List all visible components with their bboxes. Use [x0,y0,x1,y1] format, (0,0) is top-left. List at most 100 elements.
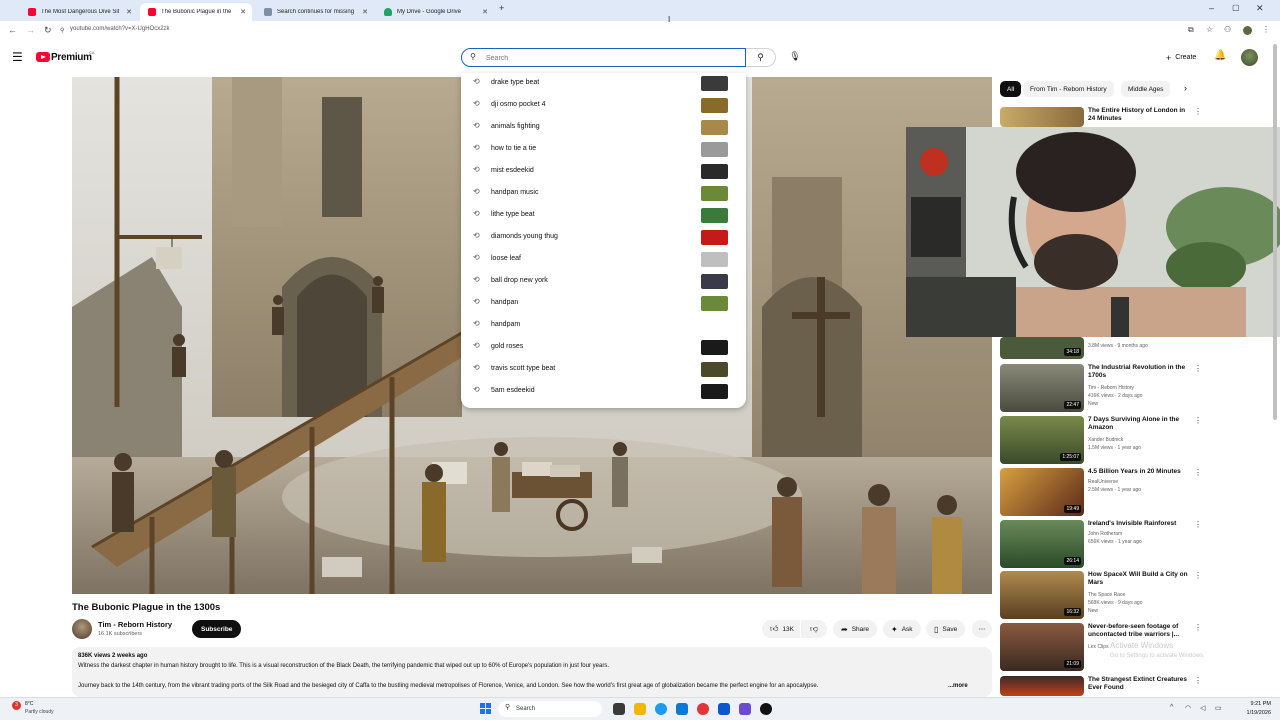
install-app-icon[interactable]: ⧉ [1188,25,1194,35]
profile-avatar-icon[interactable] [1243,26,1252,35]
share-button[interactable]: ➦ Share [833,620,878,638]
suggestion-item[interactable]: ⟲ handpan [461,293,746,315]
brand-label[interactable]: Premium [51,52,92,63]
browser-tab-3[interactable]: Search continues for missing K ✕ [256,3,374,21]
channel-name[interactable]: Tim - Reborn History [98,620,172,629]
search-box[interactable]: ⚲ [461,48,746,67]
browser-tab-2-active[interactable]: The Bubonic Plague in the 1300s ✕ [140,3,252,21]
suggestion-item[interactable]: ⟲ loose leaf [461,249,746,271]
recommended-video[interactable]: 19:49 4.5 Billion Years in 20 Minutes Re… [1000,468,1202,518]
suggestion-item[interactable]: ⟲ gold roses [461,337,746,359]
clock-time[interactable]: 9:21 PM [1241,701,1271,707]
close-tab-icon[interactable]: ✕ [240,8,246,16]
hamburger-menu-icon[interactable]: ☰ [12,50,23,64]
more-vertical-icon[interactable]: ⋮ [1194,623,1202,632]
recommended-video[interactable]: 1:25:07 7 Days Surviving Alone in the Am… [1000,416,1202,466]
suggestion-item[interactable]: ⟲ lithe type beat [461,205,746,227]
recommended-video[interactable]: 16:32 How SpaceX Will Build a City on Ma… [1000,571,1202,621]
site-info-icon[interactable]: ⚲ [60,27,64,34]
save-button[interactable]: ▯ Save [926,620,966,638]
minimize-icon[interactable]: – [1209,3,1214,13]
more-vertical-icon[interactable]: ⋮ [1194,520,1202,529]
description-box[interactable]: 836K views 2 weeks ago Witness the darke… [72,647,992,697]
chevron-right-icon[interactable]: › [1184,83,1187,93]
chip-all[interactable]: All [1000,81,1022,97]
suggestion-item[interactable]: ⟲ mist esdeekid [461,161,746,183]
dislike-button[interactable]: 👎︎ [801,620,827,638]
wifi-icon[interactable]: ◠ [1185,704,1191,712]
suggestion-item[interactable]: ⟲ dji osmo pocket 4 [461,95,746,117]
weather-alert-icon[interactable]: 3 [12,701,21,710]
chrome-browser-icon[interactable] [697,703,709,715]
suggestion-item[interactable]: ⟲ animals fighting [461,117,746,139]
close-tab-icon[interactable]: ✕ [362,8,368,16]
close-window-icon[interactable]: ✕ [1256,3,1264,14]
suggestion-item[interactable]: ⟲ how to tie a tie [461,139,746,161]
more-vertical-icon[interactable]: ⋮ [1194,364,1202,373]
reload-icon[interactable]: ↻ [44,25,52,36]
browser-tab-1[interactable]: The Most Dangerous Dive Site ✕ [20,3,138,21]
description-text: Journey back to the 14th century, from t… [78,683,819,689]
recommended-video[interactable]: 26:14 Ireland's Invisible Rainforest Joh… [1000,520,1202,570]
taskbar-search-box[interactable]: Search [498,701,602,717]
more-vertical-icon[interactable]: ⋮ [1194,676,1202,685]
create-button[interactable]: + Create [1158,49,1204,66]
search-button[interactable]: ⚲ [746,48,776,67]
search-input[interactable] [486,52,686,64]
channel-avatar[interactable] [72,619,92,639]
more-actions-button[interactable]: ⋯ [972,620,992,638]
plus-icon: + [1166,52,1172,63]
suggestion-item[interactable]: ⟲ diamonds young thug [461,227,746,249]
discord-icon[interactable] [739,703,751,715]
show-more-link[interactable]: ...more [948,683,968,689]
chip-from-channel[interactable]: From Tim - Reborn History [1023,81,1114,97]
word-icon[interactable] [718,703,730,715]
more-vertical-icon[interactable]: ⋮ [1194,416,1202,425]
more-vertical-icon[interactable]: ⋮ [1194,571,1202,580]
suggestion-item[interactable]: ⟲ handpan music [461,183,746,205]
recommended-video[interactable]: The Strangest Extinct Creatures Ever Fou… [1000,676,1202,696]
suggestion-text: loose leaf [491,255,521,262]
more-vertical-icon[interactable]: ⋮ [1194,468,1202,477]
recommended-video[interactable]: 34:18 3.8M views · 9 months ago [1000,337,1200,359]
notifications-bell-icon[interactable]: 🔔 [1214,50,1226,61]
file-explorer-icon[interactable] [634,703,646,715]
video-thumbnail: 1:25:07 [1000,416,1084,464]
more-vertical-icon[interactable]: ⋮ [1194,107,1202,116]
voice-search-button[interactable]: 🎙 [785,48,805,67]
recommended-video[interactable]: The Entire History of London in 24 Minut… [1000,107,1202,127]
edge-browser-icon[interactable] [655,703,667,715]
back-arrow-icon[interactable]: ← [8,25,17,35]
store-icon[interactable] [676,703,688,715]
forward-arrow-icon[interactable]: → [26,25,35,35]
maximize-icon[interactable]: ▢ [1232,3,1240,12]
obs-icon[interactable] [760,703,772,715]
close-tab-icon[interactable]: ✕ [126,8,132,16]
page-scrollbar[interactable] [1273,44,1277,420]
subscribe-button[interactable]: Subscribe [192,620,242,638]
youtube-logo-icon[interactable] [36,52,50,62]
browser-tab-4[interactable]: My Drive - Google Drive ✕ [376,3,494,21]
suggestion-item[interactable]: ⟲ 5am esdeekid [461,381,746,403]
tray-chevron-icon[interactable]: ^ [1170,704,1173,711]
bookmark-star-icon[interactable]: ☆ [1206,25,1213,34]
suggestion-item[interactable]: ⟲ handpam [461,315,746,337]
suggestion-item[interactable]: ⟲ travis scott type beat [461,359,746,381]
new-tab-button[interactable]: + [499,3,504,13]
volume-icon[interactable]: ◁ [1200,704,1205,712]
extensions-icon[interactable]: ⚇ [1224,25,1231,34]
windows-start-icon[interactable] [480,703,491,714]
browser-menu-icon[interactable]: ⋮ [1262,25,1270,34]
url-field[interactable]: youtube.com/watch?v=X-UgHOcx2zk [70,26,170,32]
clock-date[interactable]: 1/19/2026 [1236,710,1271,716]
account-avatar[interactable] [1241,49,1258,66]
chip-middle-ages[interactable]: Middle Ages [1121,81,1171,97]
ask-button[interactable]: ✦ Ask [883,620,921,638]
like-button[interactable]: 👍︎ 13K [762,620,800,638]
suggestion-item[interactable]: ⟲ ball drop new york [461,271,746,293]
recommended-video[interactable]: 22:47 The Industrial Revolution in the 1… [1000,364,1202,414]
close-tab-icon[interactable]: ✕ [482,8,488,16]
suggestion-item[interactable]: ⟲ drake type beat [461,73,746,95]
battery-icon[interactable]: ▭ [1215,704,1222,712]
task-view-icon[interactable] [613,703,625,715]
